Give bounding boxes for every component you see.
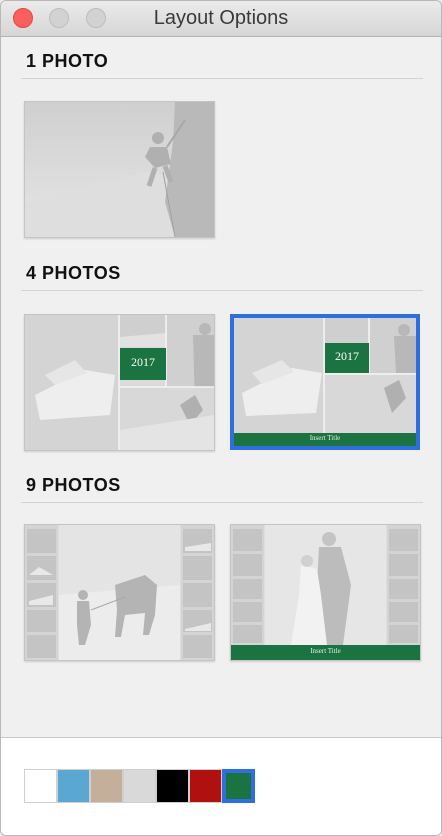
four-photo-grid-title-image — [234, 318, 416, 446]
insert-title-caption: Insert Title — [309, 434, 341, 442]
layout-list: 1 PHOTO 4 PHOTOS 2017 2017 Insert Title … — [1, 37, 441, 737]
year-label: 2017 — [335, 349, 359, 363]
layout-options-window: Layout Options 1 PHOTO 4 PHOTOS 2017 201… — [0, 0, 442, 836]
color-swatch-tan[interactable] — [90, 769, 123, 803]
color-swatch-light-gray[interactable] — [123, 769, 156, 803]
layout-thumb-4-photos-2-selected[interactable]: 2017 Insert Title — [230, 314, 420, 450]
layout-thumb-1-photo[interactable] — [24, 101, 215, 238]
layout-thumb-9-photos-2[interactable]: Insert Title — [230, 524, 421, 661]
color-swatch-black[interactable] — [156, 769, 189, 803]
section-divider — [21, 290, 423, 291]
color-swatch-row — [24, 769, 255, 803]
nine-photo-grid-title-image — [231, 525, 420, 660]
section-title-4-photos: 4 PHOTOS — [26, 263, 121, 283]
window-title: Layout Options — [153, 7, 289, 29]
four-photo-grid-image — [25, 315, 214, 450]
section-divider — [21, 78, 423, 79]
section-title-1-photo: 1 PHOTO — [26, 51, 109, 71]
color-swatch-white[interactable] — [24, 769, 57, 803]
climber-placeholder-image — [25, 102, 214, 237]
layout-thumb-4-photos-1[interactable]: 2017 — [24, 314, 215, 451]
year-label: 2017 — [131, 355, 155, 369]
color-swatch-blue[interactable] — [57, 769, 90, 803]
insert-title-caption: Insert Title — [310, 647, 341, 655]
layout-thumb-9-photos-1[interactable] — [24, 524, 215, 661]
color-swatch-green[interactable] — [222, 769, 255, 803]
nine-photo-grid-image — [25, 525, 214, 660]
title-bar: Layout Options — [1, 1, 441, 37]
section-title-9-photos: 9 PHOTOS — [26, 475, 121, 495]
color-swatch-red[interactable] — [189, 769, 222, 803]
section-divider — [21, 502, 423, 503]
